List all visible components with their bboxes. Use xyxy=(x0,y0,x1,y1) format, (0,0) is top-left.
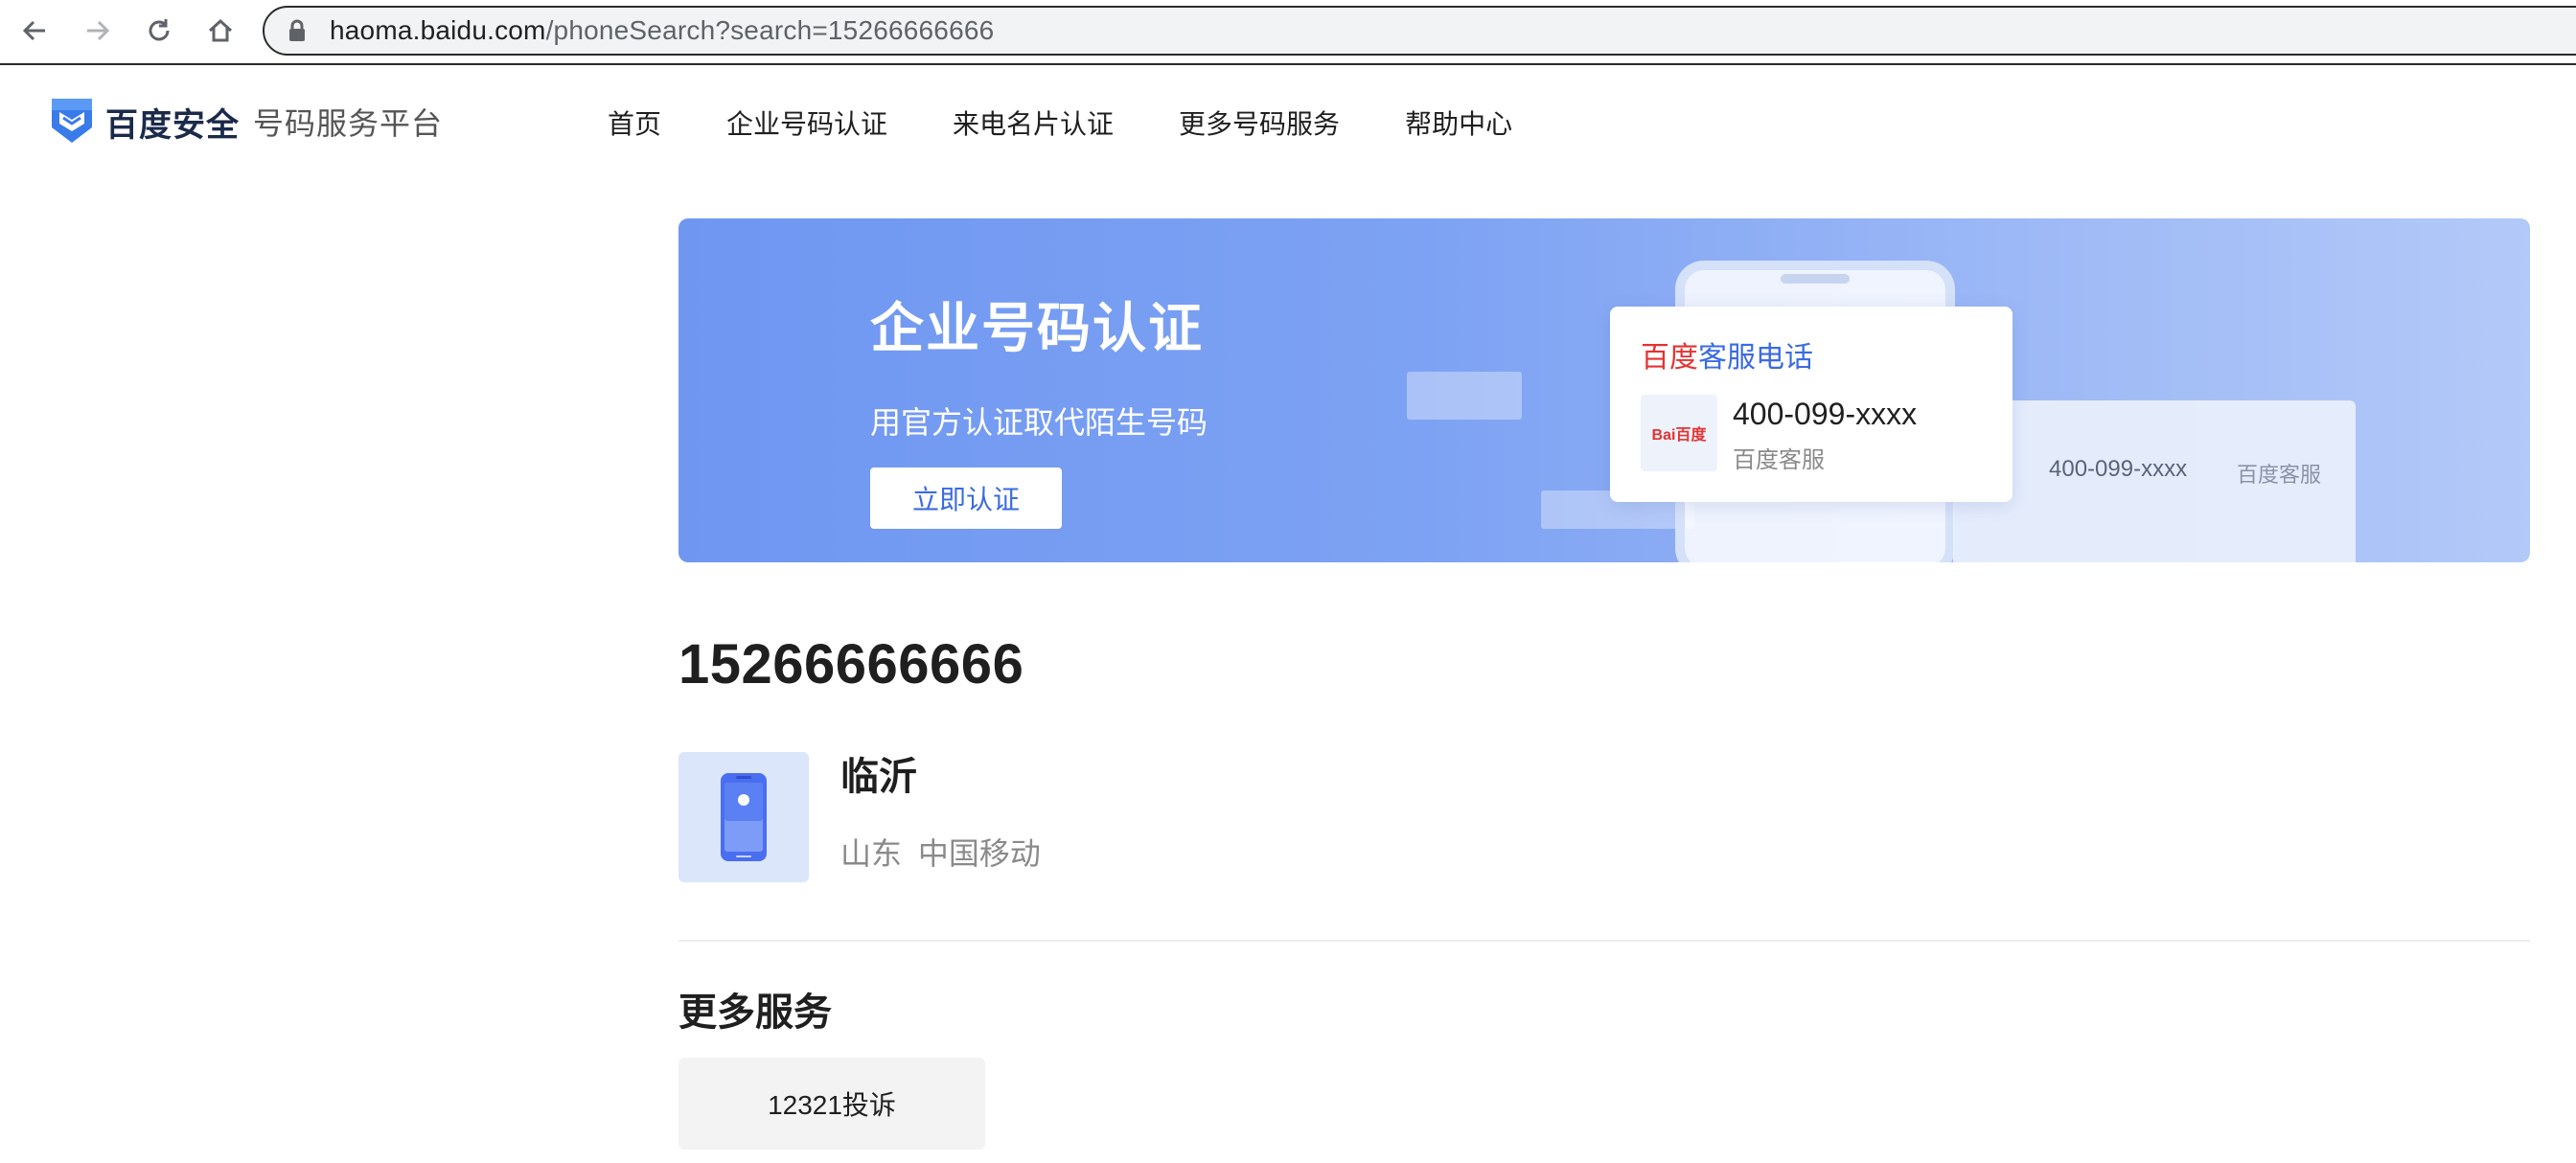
card-name: 百度客服 xyxy=(1733,447,1825,473)
banner-title: 企业号码认证 xyxy=(870,298,1204,358)
nav-more-number-services[interactable]: 更多号码服务 xyxy=(1179,103,1340,142)
browser-toolbar: haoma.baidu.com/phoneSearch?search=15266… xyxy=(0,0,2576,65)
url-path: /phoneSearch?search=15266666666 xyxy=(545,15,995,45)
card-title-brand: 百度 xyxy=(1641,342,1698,374)
location-city: 临沂 xyxy=(840,756,917,798)
nav-home[interactable]: 首页 xyxy=(608,103,661,142)
window-name: 百度客服 xyxy=(2237,463,2322,487)
phone-notch xyxy=(1781,274,1850,284)
address-bar[interactable]: haoma.baidu.com/phoneSearch?search=15266… xyxy=(263,6,2576,56)
shield-logo-icon xyxy=(50,95,94,149)
baidu-logo-icon: Bai百度 xyxy=(1641,395,1717,471)
reload-icon[interactable] xyxy=(138,10,180,52)
home-icon[interactable] xyxy=(199,10,242,52)
nav-enterprise-verification[interactable]: 企业号码认证 xyxy=(726,103,887,142)
mobile-phone-icon xyxy=(678,752,809,882)
nav-help-center[interactable]: 帮助中心 xyxy=(1405,103,1512,142)
forward-arrow-icon[interactable] xyxy=(77,10,119,52)
searched-phone-number: 15266666666 xyxy=(678,633,1024,696)
url-text: haoma.baidu.com/phoneSearch?search=15266… xyxy=(330,15,994,46)
back-arrow-icon[interactable] xyxy=(13,10,56,52)
section-divider xyxy=(678,940,2530,942)
province: 山东 xyxy=(840,836,903,871)
caller-id-card: 百度客服电话 Bai百度 400-099-xxxx 百度客服 xyxy=(1610,307,2012,502)
banner-subtitle: 用官方认证取代陌生号码 xyxy=(870,405,1208,440)
logo-brand: 百度安全 xyxy=(105,106,240,144)
nav-caller-card-verification[interactable]: 来电名片认证 xyxy=(953,103,1114,142)
card-number: 400-099-xxxx xyxy=(1733,397,1918,431)
url-host: haoma.baidu.com xyxy=(330,15,546,45)
logo-subtitle: 号码服务平台 xyxy=(253,106,444,141)
carrier-name: 中国移动 xyxy=(917,836,1041,871)
site-logo[interactable]: 百度安全 号码服务平台 xyxy=(50,94,443,149)
lock-icon xyxy=(288,19,307,47)
baidu-logo-text: Bai百度 xyxy=(1651,427,1707,444)
location-carrier: 山东 中国移动 xyxy=(840,830,1041,874)
verify-now-button[interactable]: 立即认证 xyxy=(870,467,1062,529)
promo-banner[interactable]: 400-099-xxxx 百度客服 企业号码认证 用官方认证取代陌生号码 立即认… xyxy=(678,218,2530,562)
complaint-12321-button[interactable]: 12321投诉 xyxy=(678,1058,985,1150)
banner-decoration xyxy=(1407,372,1522,420)
window-number: 400-099-xxxx xyxy=(2049,456,2188,482)
card-title-label: 客服电话 xyxy=(1698,342,1813,374)
more-services-title: 更多服务 xyxy=(678,992,832,1034)
card-title: 百度客服电话 xyxy=(1641,333,1813,376)
main-nav: 首页 企业号码认证 来电名片认证 更多号码服务 帮助中心 xyxy=(608,103,1577,142)
